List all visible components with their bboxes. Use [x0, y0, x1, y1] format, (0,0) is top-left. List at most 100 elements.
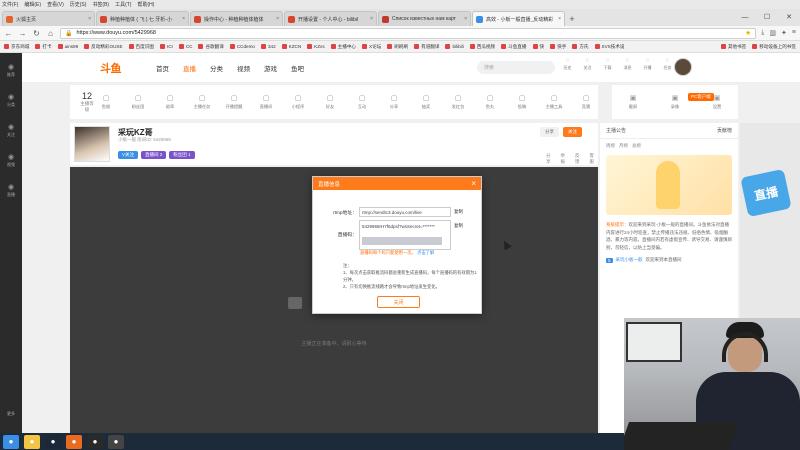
bookmark-item-0[interactable]: 京东商城 [4, 44, 29, 50]
extensions-icon[interactable]: ✦ [781, 29, 787, 37]
bookmark-item-1[interactable]: 打卡 [35, 43, 52, 50]
bookmark-item-16[interactable]: bilibili [445, 44, 464, 49]
bookmark-item-2[interactable]: ains99 [57, 44, 78, 49]
bookmark-item-17[interactable]: 西瓜视频 [469, 44, 495, 50]
bookmark-label: ICI [166, 44, 173, 49]
tab-label: 火狐主页 [16, 16, 37, 23]
bookmark-favicon-icon [159, 44, 165, 49]
bookmark-label: CC [185, 44, 193, 49]
bookmark-favicon-icon [550, 44, 556, 49]
bookmark-item-12[interactable]: 主播中心 [330, 44, 356, 50]
tab-close-icon[interactable]: × [558, 16, 561, 22]
tab-label: 操作中心 - 种植种植体植体 [204, 16, 264, 23]
browser-menu-bar: 文件(F) 编辑(E) 查看(V) 历史(S) 书签(B) 工具(T) 帮助(H) [0, 0, 800, 9]
menu-icon[interactable]: ≡ [792, 29, 796, 37]
bookmark-item-13[interactable]: X论坛 [362, 44, 381, 50]
menu-item-4[interactable]: 书签(B) [92, 1, 109, 8]
browser-tab-5[interactable]: 高效 - 小板一般直播_反动精彩 × [472, 11, 565, 26]
bookmark-item-23[interactable]: 其他书签 [720, 44, 746, 50]
tab-close-icon[interactable]: × [276, 16, 279, 22]
explorer-icon[interactable]: ● [24, 434, 40, 449]
stream-key-field[interactable]: 5429968rH7f6dpsf?wsSecret=******* [359, 220, 451, 250]
game-icon[interactable]: ● [87, 434, 103, 449]
menu-item-3[interactable]: 历史(S) [70, 1, 87, 8]
url-text: https://www.douyu.com/5429968 [76, 30, 156, 36]
url-field[interactable]: 🔒 https://www.douyu.com/5429968 ★ [60, 27, 757, 39]
menu-item-6[interactable]: 帮助(H) [137, 1, 154, 8]
bookmark-favicon-icon [532, 44, 538, 49]
bookmark-label: 有道翻译 [421, 43, 440, 49]
tip-text: 直播码每个码只能使用一次。 [360, 250, 416, 255]
browser-tab-bar: 火狐主页 × 种植种植体 ( 飞 ) 七 牙析-小 × 操作中心 - 种植种植体植体 × 开… [0, 9, 800, 26]
copy-key-button[interactable]: 复制 [454, 220, 463, 229]
bookmark-item-8[interactable]: CCdemo [229, 44, 255, 49]
bookmark-item-20[interactable]: 快手 [550, 44, 566, 50]
copy-rtmp-button[interactable]: 复制 [454, 209, 463, 215]
new-tab-button[interactable]: + [566, 12, 578, 26]
bookmark-label: 京东商城 [11, 43, 30, 49]
menu-item-2[interactable]: 查看(V) [47, 1, 64, 8]
menu-item-5[interactable]: 工具(T) [115, 1, 131, 8]
reload-icon[interactable]: ↻ [32, 29, 41, 38]
bookmark-item-21[interactable]: 方氏 [572, 44, 589, 50]
rtmp-label: rtmp地址： [333, 210, 357, 216]
bookmark-favicon-icon [445, 44, 451, 49]
bookmark-item-18[interactable]: 斗鱼直播 [501, 44, 527, 50]
tab-close-icon[interactable]: × [464, 16, 467, 22]
rtmp-field[interactable]: rtmp://sendtc3.douyu.com/live [359, 207, 451, 217]
close-icon[interactable]: × [471, 179, 476, 188]
bookmark-favicon-icon [362, 44, 368, 49]
key-label: 直播码： [337, 233, 357, 238]
webcam-overlay [624, 318, 800, 450]
firefox-icon[interactable]: ● [66, 434, 82, 449]
browser-tab-3[interactable]: 开播设置 - 个人中心 - bilibil × [284, 11, 377, 26]
bookmark-item-3[interactable]: 反动精彩OUSE [84, 44, 123, 50]
obs-icon[interactable]: ● [108, 434, 124, 449]
bookmark-item-7[interactable]: 谷歌翻译 [198, 44, 224, 50]
minimize-icon[interactable]: — [734, 9, 756, 25]
bookmark-item-5[interactable]: ICI [159, 44, 173, 49]
bookmark-item-22[interactable]: SVS技术设 [594, 44, 625, 50]
maximize-icon[interactable]: ☐ [756, 9, 778, 25]
steam-icon[interactable]: ● [45, 434, 61, 449]
tip-link[interactable]: 点击了解 [417, 250, 434, 255]
tab-label: 高效 - 小板一般直播_反动精彩 [486, 16, 554, 23]
bookmark-item-10[interactable]: KZCN [281, 44, 302, 49]
tab-favicon-icon [6, 15, 13, 23]
tab-close-icon[interactable]: × [182, 16, 185, 22]
bookmark-star-icon[interactable]: ★ [745, 29, 751, 37]
bookmark-item-6[interactable]: CC [178, 44, 193, 49]
menu-item-1[interactable]: 编辑(E) [24, 1, 41, 8]
tab-close-icon[interactable]: × [88, 16, 91, 22]
windows-icon[interactable]: ● [3, 434, 19, 449]
window-close-icon[interactable]: ✕ [778, 9, 800, 25]
close-button[interactable]: 关闭 [377, 296, 420, 308]
key-row: 直播码： 5429968rH7f6dpsf?wsSecret=******* 复… [313, 220, 463, 250]
bookmark-item-11[interactable]: KZxs [307, 44, 325, 49]
background-monitor [626, 322, 682, 362]
bookmark-item-9[interactable]: 342 [260, 44, 276, 49]
back-icon[interactable]: ← [4, 29, 13, 38]
mouse-pointer-icon [500, 238, 512, 251]
tab-close-icon[interactable]: × [370, 16, 373, 22]
bookmark-item-19[interactable]: 快 [532, 44, 544, 50]
browser-tab-2[interactable]: 操作中心 - 种植种植体植体 × [190, 11, 283, 26]
browser-tab-4[interactable]: Список известных нам карт × [378, 11, 471, 26]
bookmark-label: 打卡 [42, 43, 52, 49]
bookmark-label: KZCN [288, 44, 302, 49]
forward-icon[interactable]: → [18, 29, 27, 38]
browser-tab-0[interactable]: 火狐主页 × [2, 11, 95, 26]
bookmark-favicon-icon [84, 44, 90, 49]
menu-item-0[interactable]: 文件(F) [2, 1, 18, 8]
bookmark-item-15[interactable]: 有道翻译 [414, 44, 439, 50]
library-icon[interactable]: ▥ [769, 29, 776, 37]
bookmark-item-4[interactable]: 百度识图 [128, 44, 154, 50]
bookmark-item-14[interactable]: 刷刷刷 [387, 44, 408, 50]
tab-favicon-icon [382, 15, 389, 23]
tab-favicon-icon [100, 15, 107, 23]
dialog-body: rtmp地址： rtmp://sendtc3.douyu.com/live 复制… [313, 190, 483, 315]
bookmark-item-24[interactable]: 移动设备上的书签 [752, 44, 796, 50]
downloads-icon[interactable]: ⤓ [761, 29, 764, 37]
browser-tab-1[interactable]: 种植种植体 ( 飞 ) 七 牙析-小 × [96, 11, 189, 26]
home-icon[interactable]: ⌂ [46, 29, 55, 38]
